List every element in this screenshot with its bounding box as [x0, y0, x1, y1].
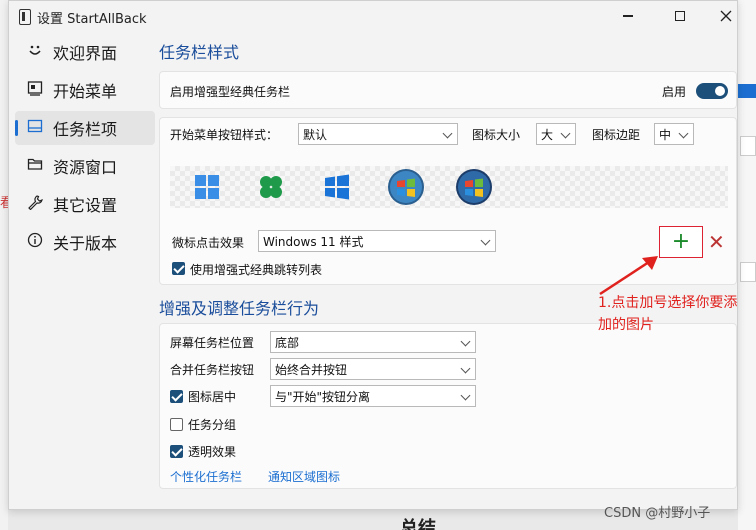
info-icon: [25, 232, 45, 252]
close-button[interactable]: [703, 1, 749, 31]
background-app-right: [738, 0, 756, 530]
clover-icon[interactable]: [256, 172, 286, 202]
sidebar-item-explorer[interactable]: 资源窗口: [15, 149, 155, 183]
sidebar-item-welcome[interactable]: 欢迎界面: [15, 35, 155, 69]
sidebar-item-label: 其它设置: [53, 196, 118, 215]
position-label: 屏幕任务栏位置: [170, 336, 255, 350]
icon-margin-select[interactable]: 中: [654, 123, 694, 145]
tray-icons-link[interactable]: 通知区域图标: [268, 468, 340, 485]
window-title: 设置 StartAllBack: [37, 12, 147, 27]
folder-icon: [25, 156, 45, 176]
icon-size-label: 图标大小: [472, 128, 521, 142]
background-app-left: 看: [0, 0, 13, 530]
windows-vista-orb-icon[interactable]: [454, 167, 494, 207]
behavior-card: 屏幕任务栏位置 底部 合并任务栏按钮 始终合并按钮 图标居中 与"开始"按钮分离…: [159, 323, 737, 489]
sidebar-item-start-menu[interactable]: 开始菜单: [15, 73, 155, 107]
icon-size-select[interactable]: 大: [536, 123, 576, 145]
jumplist-label: 使用增强式经典跳转列表: [190, 263, 323, 277]
maximize-icon: [675, 11, 685, 21]
sidebar: 欢迎界面 开始菜单 任务栏项 资源窗口 其它设置 关于版本: [15, 35, 155, 263]
smiley-icon: [25, 42, 45, 62]
enhanced-taskbar-label: 启用增强型经典任务栏: [170, 85, 291, 99]
section-title-taskbar-style: 任务栏样式: [159, 43, 240, 62]
sidebar-item-about[interactable]: 关于版本: [15, 225, 155, 259]
sidebar-item-label: 开始菜单: [53, 82, 118, 101]
chevron-down-icon: [460, 363, 471, 374]
chevron-down-icon: [460, 336, 471, 347]
chevron-down-icon: [480, 235, 491, 246]
start-icon-strip: [170, 166, 728, 208]
merge-select[interactable]: 始终合并按钮: [270, 358, 476, 380]
windows11-logo-icon[interactable]: [192, 172, 222, 202]
sidebar-item-label: 欢迎界面: [53, 44, 118, 63]
windows10-logo-icon[interactable]: [322, 172, 352, 202]
sidebar-item-label: 关于版本: [53, 234, 118, 253]
sidebar-item-label: 任务栏项: [53, 120, 118, 139]
transparency-label: 透明效果: [188, 445, 237, 459]
minimize-button[interactable]: [605, 1, 651, 31]
screen: 看 总结 设置 StartAllBack 欢迎界面 开始菜单 任务栏项 资源窗口…: [0, 0, 756, 530]
task-grouping-label: 任务分组: [188, 418, 237, 432]
start-button-style-label: 开始菜单按钮样式：: [170, 128, 279, 142]
sidebar-item-taskbar[interactable]: 任务栏项: [15, 111, 155, 145]
minimize-icon: [623, 15, 633, 17]
chevron-down-icon: [560, 128, 571, 139]
chevron-down-icon: [442, 128, 453, 139]
windows7-orb-icon[interactable]: [386, 167, 426, 207]
plus-icon: +: [671, 229, 691, 254]
task-grouping-checkbox[interactable]: [170, 418, 183, 431]
position-select[interactable]: 底部: [270, 331, 476, 353]
sidebar-item-label: 资源窗口: [53, 158, 118, 177]
click-effect-label: 微标点击效果: [172, 236, 245, 250]
enable-toggle[interactable]: [696, 83, 728, 99]
click-effect-select[interactable]: Windows 11 样式: [258, 230, 496, 252]
close-icon: [720, 10, 732, 22]
chevron-down-icon: [460, 390, 471, 401]
section-title-behavior: 增强及调整任务栏行为: [159, 299, 320, 318]
remove-image-button[interactable]: ✕: [708, 232, 725, 252]
wrench-icon: [25, 194, 45, 214]
enable-label: 启用: [662, 85, 687, 99]
annotation-text: 1.点击加号选择你要添加的图片: [598, 295, 738, 333]
center-icons-checkbox[interactable]: [170, 390, 183, 403]
start-button-style-select[interactable]: 默认: [298, 123, 458, 145]
icon-margin-label: 图标边距: [592, 128, 641, 142]
center-icons-label: 图标居中: [188, 390, 237, 404]
personalize-taskbar-link[interactable]: 个性化任务栏: [170, 468, 242, 485]
sidebar-item-other[interactable]: 其它设置: [15, 187, 155, 221]
transparency-checkbox[interactable]: [170, 445, 183, 458]
start-menu-icon: [25, 80, 45, 100]
watermark: CSDN @村野小子: [604, 506, 711, 521]
enhanced-taskbar-card: 启用增强型经典任务栏 启用: [159, 71, 737, 109]
maximize-button[interactable]: [657, 1, 703, 31]
center-icons-select[interactable]: 与"开始"按钮分离: [270, 385, 476, 407]
app-icon: [19, 9, 31, 25]
background-text: 总结: [400, 518, 436, 530]
chevron-down-icon: [678, 128, 689, 139]
title-bar: 设置 StartAllBack: [9, 1, 737, 33]
merge-label: 合并任务栏按钮: [170, 363, 255, 377]
taskbar-icon: [25, 118, 45, 138]
jumplist-checkbox[interactable]: [172, 262, 185, 275]
